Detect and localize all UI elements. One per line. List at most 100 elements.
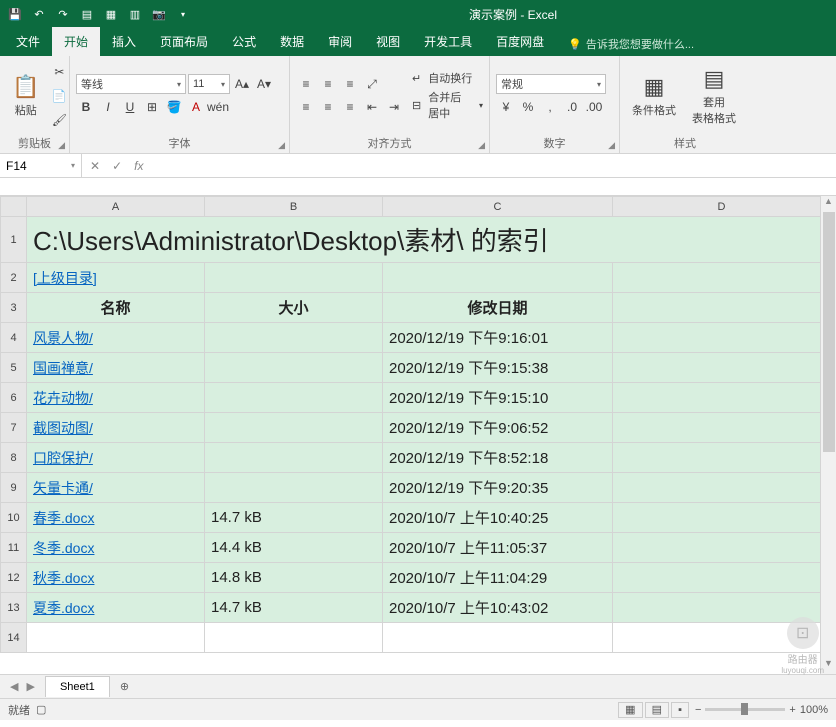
cancel-formula-icon[interactable]: ✕ [86, 159, 104, 173]
clipboard-launcher-icon[interactable]: ◢ [58, 140, 65, 151]
row-header-2[interactable]: 2 [1, 263, 27, 293]
cell-date[interactable]: 2020/10/7 上午11:04:29 [383, 563, 613, 593]
cell-name[interactable]: 口腔保护/ [27, 443, 205, 473]
font-name-combo[interactable]: 等线▾ [76, 74, 186, 94]
indent-dec-icon[interactable]: ⇤ [362, 97, 382, 117]
col-name-header[interactable]: 名称 [27, 293, 205, 323]
zoom-out-icon[interactable]: − [695, 704, 701, 716]
cell-size[interactable] [205, 353, 383, 383]
inc-decimal-icon[interactable]: .0 [562, 97, 582, 117]
macro-record-icon[interactable]: ▢ [36, 703, 46, 716]
cell-size[interactable]: 14.4 kB [205, 533, 383, 563]
row-header-1[interactable]: 1 [1, 217, 27, 263]
select-all-corner[interactable] [1, 197, 27, 217]
conditional-format-button[interactable]: ▦ 条件格式 [626, 72, 682, 120]
zoom-slider[interactable] [705, 708, 785, 711]
worksheet-grid[interactable]: A B C D 1C:\Users\Administrator\Desktop\… [0, 196, 836, 674]
font-launcher-icon[interactable]: ◢ [278, 140, 285, 151]
row-header-6[interactable]: 6 [1, 383, 27, 413]
merge-center-button[interactable]: ⊟ 合并后居中 ▾ [412, 89, 483, 121]
dec-decimal-icon[interactable]: .00 [584, 97, 604, 117]
align-left-icon[interactable]: ≡ [296, 97, 316, 117]
cell-size[interactable] [205, 473, 383, 503]
tab-file[interactable]: 文件 [4, 27, 52, 56]
row-header-12[interactable]: 12 [1, 563, 27, 593]
new-icon[interactable]: ▥ [124, 3, 146, 25]
cell-name[interactable]: 截图动图/ [27, 413, 205, 443]
row-header-9[interactable]: 9 [1, 473, 27, 503]
preview-icon[interactable]: ▤ [76, 3, 98, 25]
cell-date[interactable]: 2020/12/19 下午9:15:10 [383, 383, 613, 413]
save-icon[interactable]: 💾 [4, 3, 26, 25]
cell-size[interactable]: 14.8 kB [205, 563, 383, 593]
align-center-icon[interactable]: ≡ [318, 97, 338, 117]
number-format-combo[interactable]: 常规▾ [496, 74, 606, 94]
cell-name[interactable]: 冬季.docx [27, 533, 205, 563]
name-box[interactable]: ▾ [0, 154, 82, 177]
underline-button[interactable]: U [120, 97, 140, 117]
cell-size[interactable]: 14.7 kB [205, 503, 383, 533]
cell-heading[interactable]: C:\Users\Administrator\Desktop\素材\ 的索引 [27, 217, 831, 263]
enter-formula-icon[interactable]: ✓ [108, 159, 126, 173]
bold-button[interactable]: B [76, 97, 96, 117]
row-header-8[interactable]: 8 [1, 443, 27, 473]
cell-size[interactable]: 14.7 kB [205, 593, 383, 623]
formula-input[interactable] [157, 159, 830, 173]
indent-inc-icon[interactable]: ⇥ [384, 97, 404, 117]
align-bottom-icon[interactable]: ≡ [340, 74, 360, 94]
cell-date[interactable]: 2020/10/7 上午11:05:37 [383, 533, 613, 563]
cell-size[interactable] [205, 383, 383, 413]
row-header-7[interactable]: 7 [1, 413, 27, 443]
cell-name[interactable]: 矢量卡通/ [27, 473, 205, 503]
row-header-4[interactable]: 4 [1, 323, 27, 353]
zoom-level[interactable]: 100% [800, 704, 828, 716]
number-launcher-icon[interactable]: ◢ [608, 140, 615, 151]
col-header-B[interactable]: B [205, 197, 383, 217]
zoom-in-icon[interactable]: + [789, 704, 795, 716]
col-header-A[interactable]: A [27, 197, 205, 217]
phonetic-icon[interactable]: wén [208, 97, 228, 117]
cell-name[interactable]: 夏季.docx [27, 593, 205, 623]
percent-icon[interactable]: % [518, 97, 538, 117]
tab-view[interactable]: 视图 [364, 27, 412, 56]
align-middle-icon[interactable]: ≡ [318, 74, 338, 94]
cell-name[interactable]: 花卉动物/ [27, 383, 205, 413]
tab-review[interactable]: 审阅 [316, 27, 364, 56]
row-header-10[interactable]: 10 [1, 503, 27, 533]
add-sheet-icon[interactable]: ⊕ [110, 680, 139, 693]
tab-data[interactable]: 数据 [268, 27, 316, 56]
row-header-13[interactable]: 13 [1, 593, 27, 623]
tab-baidu[interactable]: 百度网盘 [484, 27, 556, 56]
cell-date[interactable]: 2020/12/19 下午9:16:01 [383, 323, 613, 353]
page-break-view-icon[interactable]: ▪ [671, 702, 689, 718]
cell-name[interactable]: 风景人物/ [27, 323, 205, 353]
scroll-thumb[interactable] [823, 212, 835, 452]
cell-size[interactable] [205, 323, 383, 353]
fill-color-icon[interactable]: 🪣 [164, 97, 184, 117]
shrink-font-icon[interactable]: A▾ [254, 74, 274, 94]
name-box-input[interactable] [6, 159, 71, 173]
redo-icon[interactable]: ↷ [52, 3, 74, 25]
tell-me[interactable]: 💡告诉我您想要做什么... [556, 36, 832, 56]
copy-icon[interactable]: 📄 [49, 86, 69, 106]
format-painter-icon[interactable]: 🖌 [49, 110, 69, 130]
page-layout-view-icon[interactable]: ▤ [645, 702, 669, 718]
font-size-combo[interactable]: 11▾ [188, 74, 230, 94]
tab-layout[interactable]: 页面布局 [148, 27, 220, 56]
qat-more-icon[interactable]: ▾ [172, 3, 194, 25]
row-header-3[interactable]: 3 [1, 293, 27, 323]
cell-date[interactable]: 2020/12/19 下午9:06:52 [383, 413, 613, 443]
comma-icon[interactable]: , [540, 97, 560, 117]
scroll-up-icon[interactable]: ▲ [821, 196, 836, 212]
tab-home[interactable]: 开始 [52, 27, 100, 56]
undo-icon[interactable]: ↶ [28, 3, 50, 25]
col-date-header[interactable]: 修改日期 [383, 293, 613, 323]
col-size-header[interactable]: 大小 [205, 293, 383, 323]
cut-icon[interactable]: ✂ [49, 62, 69, 82]
paste-button[interactable]: 📋 粘贴 [6, 72, 45, 120]
align-top-icon[interactable]: ≡ [296, 74, 316, 94]
align-launcher-icon[interactable]: ◢ [478, 140, 485, 151]
cell-date[interactable]: 2020/12/19 下午8:52:18 [383, 443, 613, 473]
row-header-11[interactable]: 11 [1, 533, 27, 563]
col-header-D[interactable]: D [613, 197, 831, 217]
